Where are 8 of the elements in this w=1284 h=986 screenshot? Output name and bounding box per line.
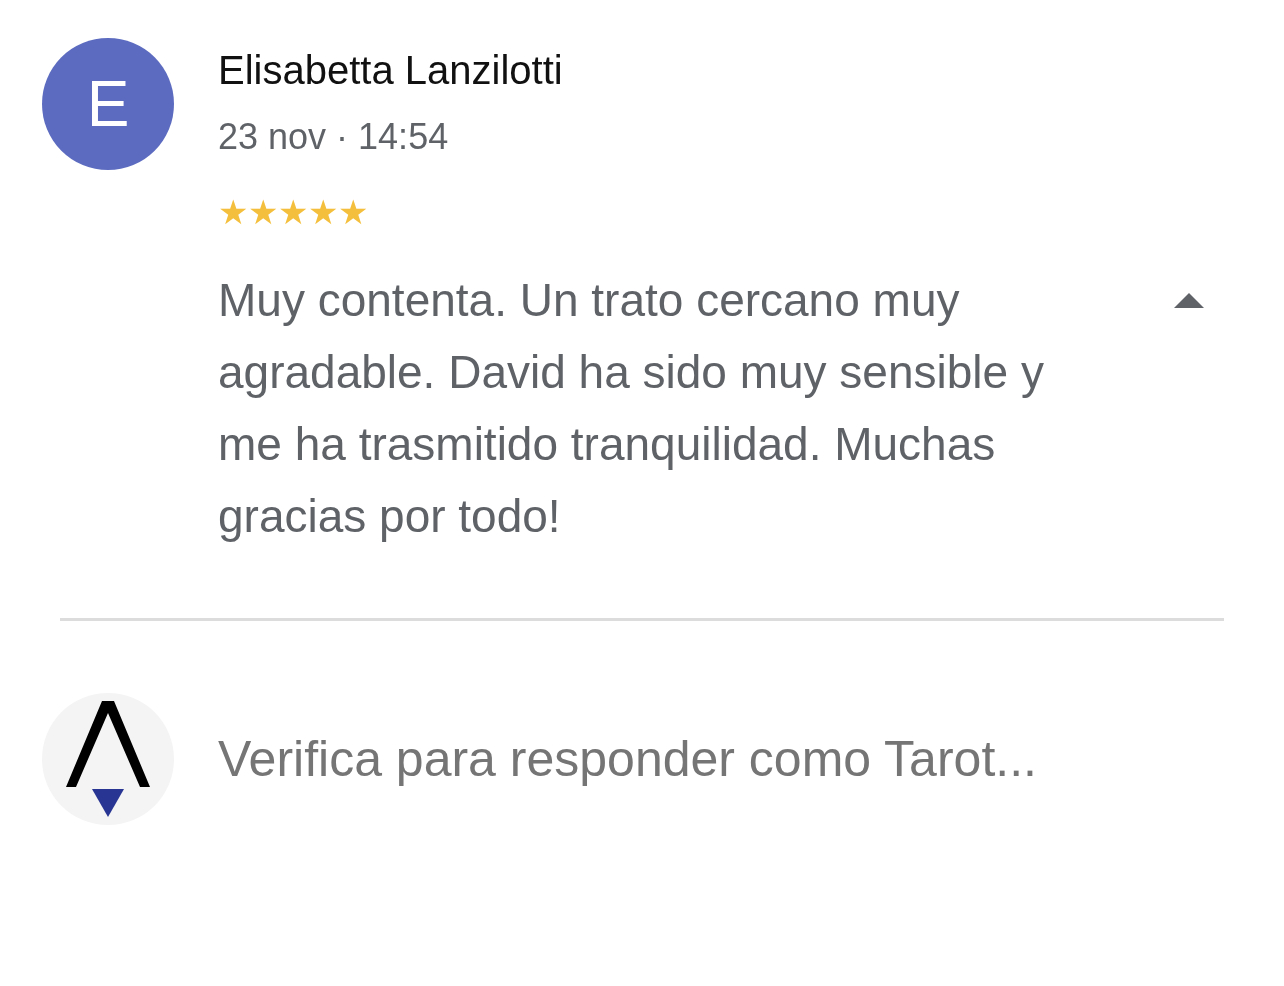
review-text: Muy contenta. Un trato cercano muy agradable. David ha sido muy sensible y me ha trasmitido tranquilidad. Muchas gracias por todo!	[218, 273, 1045, 544]
reply-field[interactable]: Verifica para responder como Tarot...	[218, 730, 1198, 788]
collapse-caret-icon[interactable]	[1174, 292, 1204, 308]
star-rating: ★★★★★	[218, 192, 368, 232]
author-name: Elisabetta Lanzilotti	[218, 47, 564, 94]
avatar-letter: E	[42, 38, 174, 170]
logo-avatar-icon	[42, 693, 174, 825]
review-date: 23 nov · 14:54	[218, 115, 450, 159]
